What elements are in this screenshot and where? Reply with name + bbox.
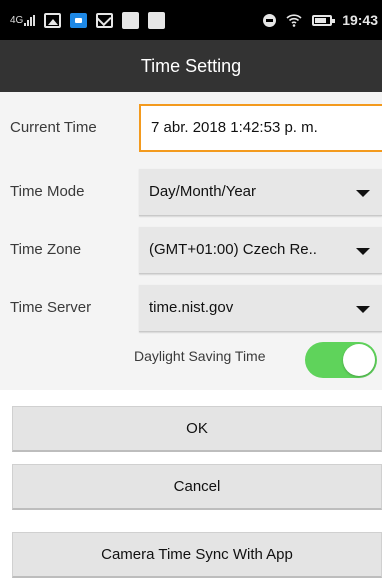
app-notification-icon <box>148 11 166 29</box>
do-not-disturb-icon <box>263 13 277 27</box>
status-bar: 4G 19:43 <box>0 0 382 40</box>
dropdown-arrow-icon <box>356 248 370 255</box>
ok-button[interactable]: OK <box>12 406 382 452</box>
time-mode-row: Time Mode Day/Month/Year <box>0 168 382 216</box>
toggle-knob <box>343 344 375 376</box>
page-title: Time Setting <box>140 55 242 76</box>
dropdown-arrow-icon <box>356 190 370 197</box>
time-mode-label: Time Mode <box>10 183 85 200</box>
cancel-button[interactable]: Cancel <box>12 464 382 510</box>
time-zone-label: Time Zone <box>10 241 82 258</box>
wifi-icon <box>286 12 302 28</box>
time-mode-value: Day/Month/Year <box>149 183 257 200</box>
battery-icon <box>312 14 336 26</box>
daylight-saving-label: Daylight Saving Time <box>134 348 266 364</box>
time-mode-select[interactable]: Day/Month/Year <box>139 168 382 216</box>
current-time-field[interactable]: 7 abr. 2018 1:42:53 p. m. <box>139 104 382 152</box>
gmail-notification-icon <box>96 12 114 28</box>
image-notification-icon <box>44 12 62 28</box>
signal-strength-icon: 4G <box>10 14 36 26</box>
clock: 19:43 <box>342 12 378 28</box>
time-settings-form: Current Time 7 abr. 2018 1:42:53 p. m. T… <box>0 92 382 390</box>
time-zone-row: Time Zone (GMT+01:00) Czech Re.. <box>0 226 382 274</box>
current-time-row: Current Time 7 abr. 2018 1:42:53 p. m. <box>0 104 382 152</box>
network-type-label: 4G <box>10 14 24 26</box>
camera-time-sync-button[interactable]: Camera Time Sync With App <box>12 532 382 578</box>
daylight-saving-toggle[interactable] <box>305 342 377 378</box>
time-zone-value: (GMT+01:00) Czech Re.. <box>149 241 317 258</box>
outlook-notification-icon <box>70 12 88 28</box>
time-server-value: time.nist.gov <box>149 299 234 316</box>
time-server-select[interactable]: time.nist.gov <box>139 284 382 332</box>
current-time-label: Current Time <box>10 119 97 136</box>
app-notification-icon <box>122 11 140 29</box>
time-zone-select[interactable]: (GMT+01:00) Czech Re.. <box>139 226 382 274</box>
time-server-row: Time Server time.nist.gov <box>0 284 382 332</box>
time-server-label: Time Server <box>10 299 92 316</box>
dropdown-arrow-icon <box>356 306 370 313</box>
app-bar: Time Setting <box>0 40 382 92</box>
